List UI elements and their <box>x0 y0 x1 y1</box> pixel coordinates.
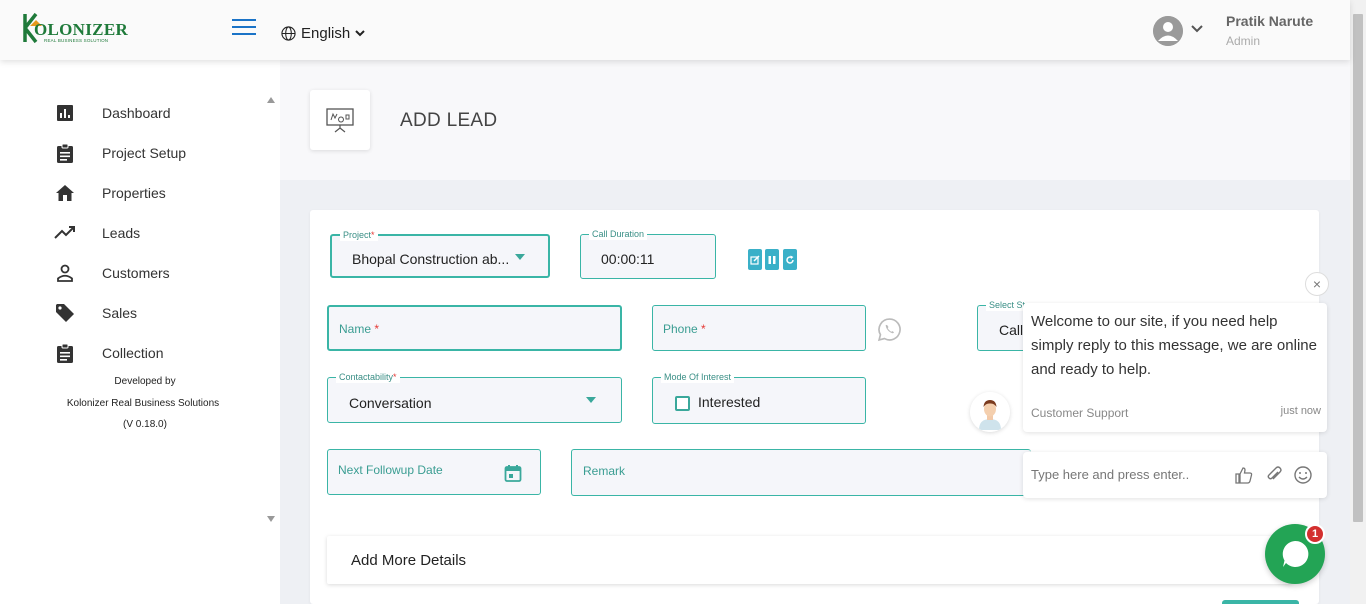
sidebar <box>0 60 280 604</box>
phone-input[interactable]: Phone * <box>652 305 866 351</box>
call-duration-field: Call Duration 00:00:11 <box>580 228 716 279</box>
home-icon <box>54 182 76 204</box>
chat-timestamp: just now <box>1280 405 1321 417</box>
user-avatar[interactable] <box>1153 16 1183 46</box>
call-duration-label: Call Duration <box>589 228 648 240</box>
edit-timer-button[interactable] <box>748 249 762 270</box>
menu-toggle-button[interactable] <box>232 19 256 35</box>
sidebar-item-customers[interactable]: Customers <box>54 262 170 284</box>
presentation-icon <box>310 90 370 150</box>
mode-of-interest-field: Mode Of Interest Interested <box>652 371 866 424</box>
tag-icon <box>54 302 76 324</box>
calendar-icon[interactable] <box>504 464 522 482</box>
name-placeholder: Name * <box>339 322 380 336</box>
next-followup-date-input[interactable]: Next Followup Date <box>327 449 541 495</box>
logo-text: OLONIZER <box>34 20 129 39</box>
sidebar-item-project-setup[interactable]: Project Setup <box>54 142 186 164</box>
bar-chart-icon <box>54 102 76 124</box>
edit-icon <box>750 255 760 265</box>
sidebar-item-label: Leads <box>102 225 141 241</box>
close-icon: × <box>1312 276 1322 292</box>
credits-version: (V 0.18.0) <box>123 419 167 430</box>
sidebar-item-label: Collection <box>102 345 164 361</box>
scrollbar-thumb[interactable] <box>1353 14 1363 522</box>
interested-checkbox[interactable] <box>675 396 690 411</box>
sidebar-item-label: Sales <box>102 305 138 321</box>
sidebar-item-properties[interactable]: Properties <box>54 182 166 204</box>
mode-of-interest-label: Mode Of Interest <box>661 371 735 383</box>
remark-input[interactable]: Remark <box>571 449 1031 496</box>
clipboard-icon <box>54 342 76 364</box>
project-select[interactable]: Project* Bhopal Construction ab... <box>330 229 550 278</box>
globe-icon <box>281 25 296 41</box>
credits-company: Kolonizer Real Business Solutions <box>66 398 220 409</box>
select-status-value: Call <box>999 322 1024 338</box>
trending-up-icon <box>54 222 76 244</box>
sidebar-item-label: Project Setup <box>102 145 187 161</box>
agent-avatar <box>970 392 1010 432</box>
sidebar-scroll-down-arrow[interactable] <box>267 516 275 522</box>
top-header: OLONIZER REAL BUSINESS SOLUTION English … <box>0 0 1350 60</box>
next-followup-placeholder: Next Followup Date <box>338 463 443 477</box>
user-name: Pratik Narute <box>1226 13 1314 29</box>
sidebar-item-label: Properties <box>102 185 166 201</box>
interested-label: Interested <box>698 394 761 410</box>
project-label: Project* <box>340 229 378 241</box>
remark-placeholder: Remark <box>583 464 626 478</box>
user-role: Admin <box>1226 34 1261 48</box>
pause-icon <box>768 255 776 264</box>
language-select[interactable]: English <box>281 22 365 44</box>
contactability-select[interactable]: Contactability* Conversation <box>327 371 622 423</box>
chat-unread-badge: 1 <box>1305 524 1325 544</box>
submit-button[interactable] <box>1222 600 1299 604</box>
contactability-label: Contactability* <box>336 371 400 383</box>
dropdown-caret-icon <box>515 254 525 260</box>
call-duration-value: 00:00:11 <box>601 251 655 267</box>
chevron-down-icon <box>355 30 365 37</box>
reset-timer-button[interactable] <box>783 249 797 270</box>
add-more-details-label: Add More Details <box>351 552 467 569</box>
chat-message-bubble: Welcome to our site, if you need help si… <box>1023 303 1327 432</box>
user-menu-chevron-icon[interactable] <box>1191 24 1203 33</box>
chat-input-placeholder: Type here and press enter.. <box>1031 467 1190 482</box>
sidebar-item-sales[interactable]: Sales <box>54 302 137 324</box>
page-title: ADD LEAD <box>400 110 498 131</box>
chat-agent-name: Customer Support <box>1031 406 1129 420</box>
add-more-details-panel[interactable]: Add More Details <box>327 536 1292 584</box>
person-icon <box>54 262 76 284</box>
clipboard-icon <box>54 142 76 164</box>
kolonizer-logo[interactable]: OLONIZER REAL BUSINESS SOLUTION <box>22 10 129 46</box>
attachment-icon[interactable] <box>1264 465 1284 485</box>
refresh-icon <box>786 255 794 264</box>
chat-message-text: Welcome to our site, if you need help si… <box>1031 313 1317 378</box>
chat-close-button[interactable]: × <box>1305 272 1329 296</box>
credits-developed-by: Developed by <box>114 376 176 387</box>
page-scrollbar[interactable] <box>1350 0 1366 604</box>
contactability-value: Conversation <box>349 395 432 411</box>
dropdown-caret-icon <box>586 397 596 403</box>
select-status-label: Select St <box>986 299 1029 311</box>
emoji-icon[interactable] <box>1293 465 1313 485</box>
chat-input-box[interactable]: Type here and press enter.. <box>1023 452 1327 498</box>
support-agent-icon <box>970 392 1010 432</box>
whatsapp-icon[interactable] <box>877 317 902 342</box>
sidebar-scroll-up-arrow[interactable] <box>267 97 275 103</box>
name-input[interactable]: Name * <box>327 305 622 351</box>
sidebar-item-leads[interactable]: Leads <box>54 222 140 244</box>
sidebar-item-dashboard[interactable]: Dashboard <box>54 102 171 124</box>
sidebar-item-label: Customers <box>102 265 170 281</box>
sidebar-item-label: Dashboard <box>102 105 171 121</box>
language-label: English <box>301 24 351 42</box>
sidebar-item-collection[interactable]: Collection <box>54 342 163 364</box>
pause-timer-button[interactable] <box>765 249 779 270</box>
project-value: Bhopal Construction ab... <box>352 251 510 267</box>
user-icon <box>1153 16 1183 46</box>
thumbs-up-icon[interactable] <box>1234 465 1254 485</box>
phone-placeholder: Phone * <box>663 322 706 336</box>
logo-subtitle: REAL BUSINESS SOLUTION <box>44 38 109 43</box>
